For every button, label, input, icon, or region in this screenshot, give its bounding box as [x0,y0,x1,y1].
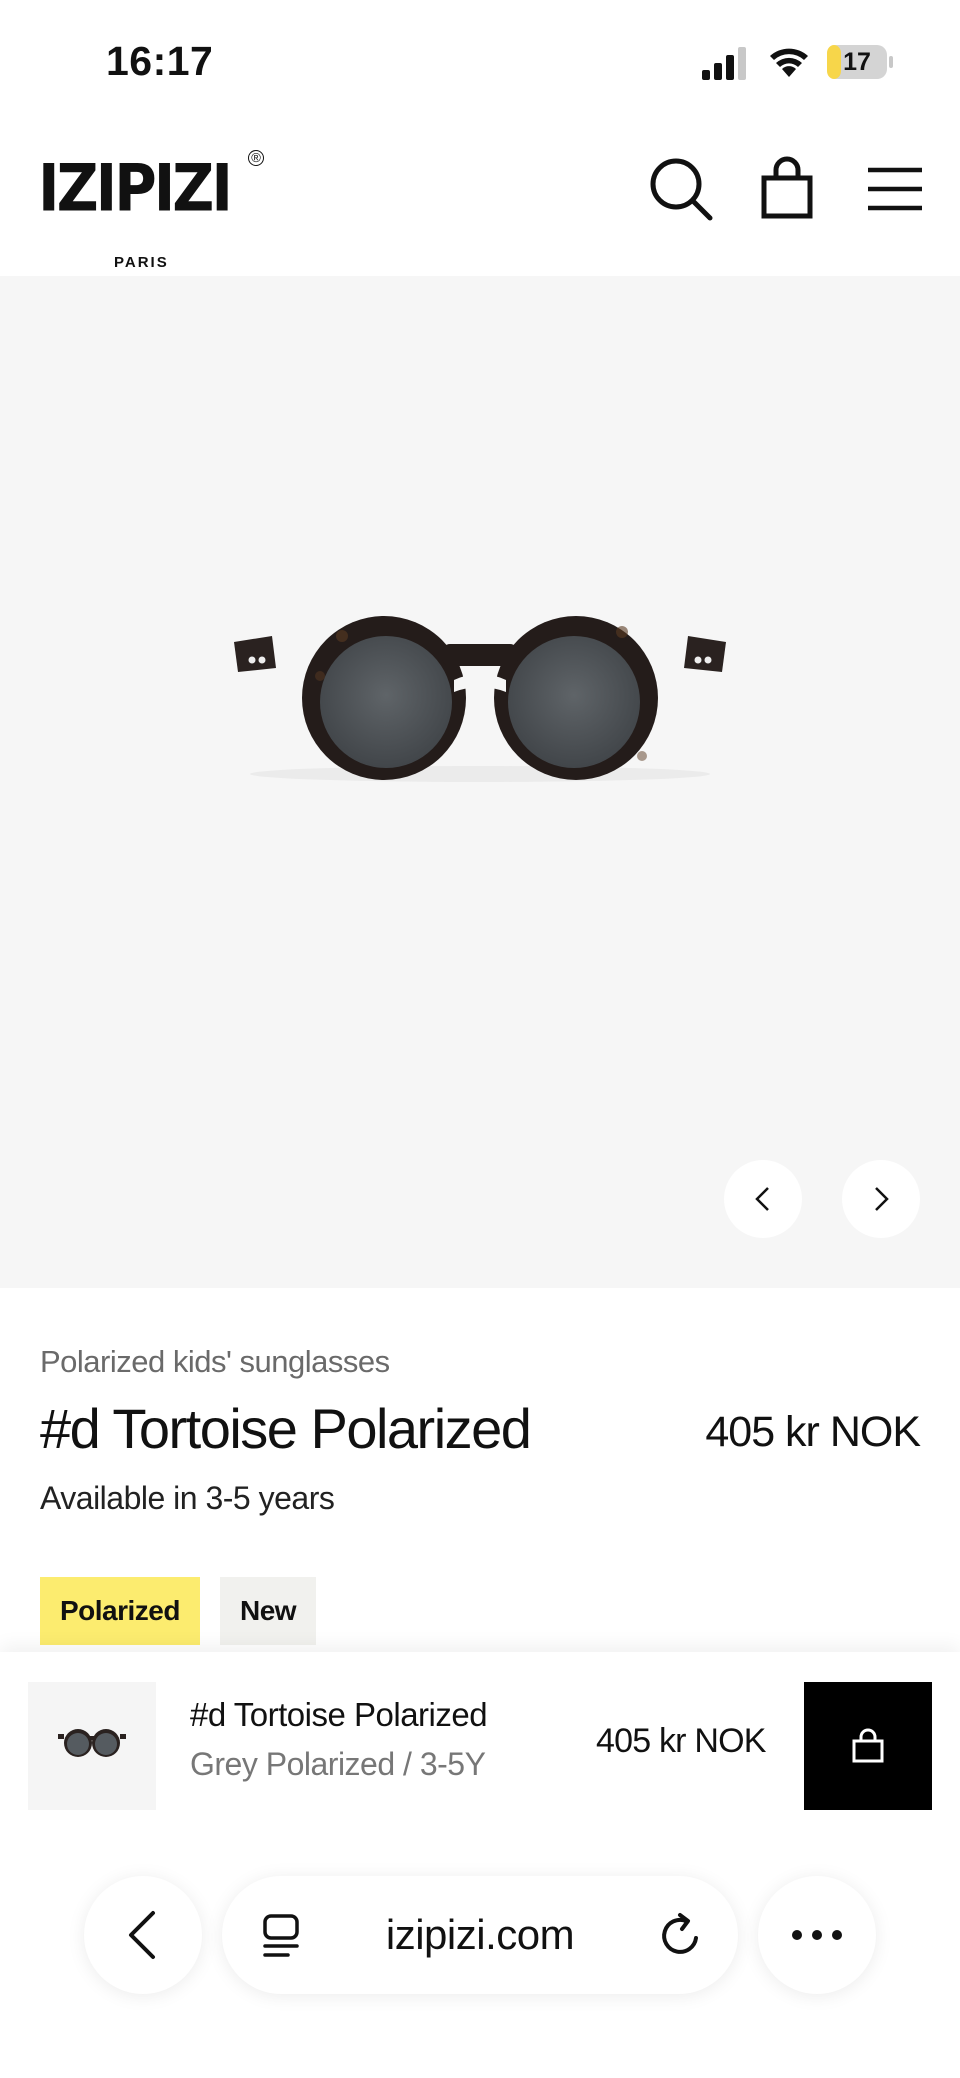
chevron-left-icon [755,1187,769,1211]
more-icon [792,1930,842,1940]
back-icon [129,1911,155,1959]
menu-button[interactable] [862,156,928,222]
chevron-right-icon [875,1187,889,1211]
status-time: 16:17 [106,38,214,84]
product-gallery[interactable] [0,276,960,1288]
registered-mark: ® [248,150,264,166]
product-availability: Available in 3-5 years [40,1480,335,1516]
gallery-prev-button[interactable] [724,1160,802,1238]
sticky-product-price: 405 kr NOK [596,1722,766,1760]
battery-level: 17 [843,48,871,76]
gallery-next-button[interactable] [842,1160,920,1238]
search-button[interactable] [648,156,714,222]
address-bar[interactable]: izipizi.com [222,1876,738,1994]
cart-button[interactable] [754,156,820,222]
wifi-icon [770,48,808,77]
signal-icon [702,47,746,80]
bag-icon [852,1728,884,1763]
add-to-cart-button[interactable] [804,1682,932,1810]
sticky-product-name: #d Tortoise Polarized [190,1696,488,1733]
badge-polarized: Polarized [40,1577,200,1645]
reload-icon[interactable] [658,1912,704,1958]
sticky-cart-bar: #d Tortoise Polarized Grey Polarized / 3… [0,1652,960,2078]
browser-more-button[interactable] [758,1876,876,1994]
logo-wordmark: IZIPIZI [38,150,233,227]
logo[interactable]: IZIPIZI ® PARIS [38,150,268,271]
product-price: 405 kr NOK [705,1408,921,1456]
product-image-sunglasses [234,616,726,782]
status-bar: 16:17 17 [0,0,960,120]
product-category: Polarized kids' sunglasses [40,1344,390,1379]
product-thumbnail [28,1682,156,1810]
menu-icon [868,167,922,211]
thumbnail-sunglasses [58,1729,126,1757]
badge-new: New [220,1577,317,1645]
sticky-product-variant: Grey Polarized / 3-5Y [190,1746,486,1782]
logo-subtext: PARIS [114,254,169,271]
browser-toolbar: izipizi.com [0,1876,960,1996]
site-header: IZIPIZI ® PARIS [0,120,960,276]
bag-icon [761,156,813,219]
search-icon [650,158,713,221]
product-title: #d Tortoise Polarized [40,1397,532,1460]
browser-back-button[interactable] [84,1876,202,1994]
